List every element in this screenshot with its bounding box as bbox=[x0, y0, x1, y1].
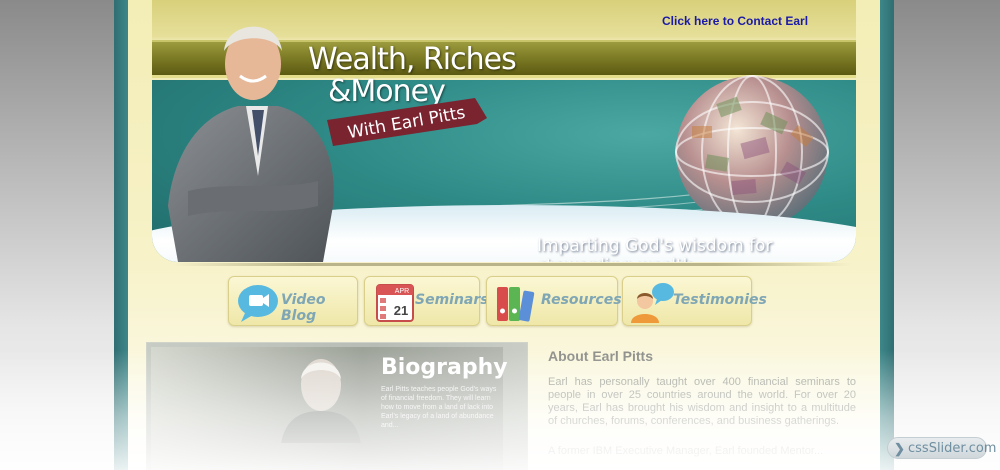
biography-inner: Biography Earl Pitts teaches people God'… bbox=[151, 347, 508, 470]
contact-earl-link[interactable]: Click here to Contact Earl bbox=[662, 14, 808, 28]
calendar-icon: APR 21 bbox=[376, 284, 414, 322]
about-paragraph-1: Earl has personally taught over 400 fina… bbox=[548, 376, 856, 427]
nav-resources-label: Resources bbox=[541, 292, 622, 308]
biography-photo bbox=[281, 359, 361, 443]
biography-title: Biography bbox=[381, 355, 508, 380]
chevron-right-icon: ❯ bbox=[894, 441, 905, 456]
about-title: About Earl Pitts bbox=[548, 348, 654, 364]
nav-video-blog-label: Video Blog bbox=[281, 292, 326, 324]
cssslider-watermark-link[interactable]: ❯ cssSlider.com bbox=[887, 437, 996, 459]
header-banner: Click here to Contact Earl Wealth, Riche… bbox=[152, 0, 856, 262]
about-paragraph-2: A former IBM Executive Manager, Earl fou… bbox=[548, 445, 824, 457]
biography-panel[interactable]: Biography Earl Pitts teaches people God'… bbox=[146, 342, 528, 470]
money-globe-icon bbox=[675, 75, 829, 220]
binders-icon bbox=[497, 287, 535, 322]
site-title-line1: Wealth, Riches bbox=[308, 42, 517, 77]
nav-video-blog-button[interactable]: Video Blog bbox=[228, 276, 358, 326]
video-chat-icon bbox=[238, 285, 278, 322]
site-tagline: Imparting God's wisdom for stewarding we… bbox=[537, 236, 773, 262]
watermark-text: cssSlider.com bbox=[908, 441, 997, 456]
header-divider bbox=[172, 263, 852, 266]
nav-seminars-button[interactable]: APR 21 Seminars bbox=[364, 276, 489, 326]
nav-seminars-label: Seminars bbox=[415, 292, 489, 308]
speech-person-icon bbox=[631, 283, 674, 323]
calendar-day: 21 bbox=[394, 303, 408, 318]
biography-text: Earl Pitts teaches people God's ways of … bbox=[381, 386, 497, 429]
nav-testimonies-label: Testimonies bbox=[673, 292, 767, 308]
nav-resources-button[interactable]: Resources bbox=[486, 276, 622, 326]
nav-testimonies-button[interactable]: Testimonies bbox=[622, 276, 767, 326]
calendar-month: APR bbox=[395, 288, 409, 295]
